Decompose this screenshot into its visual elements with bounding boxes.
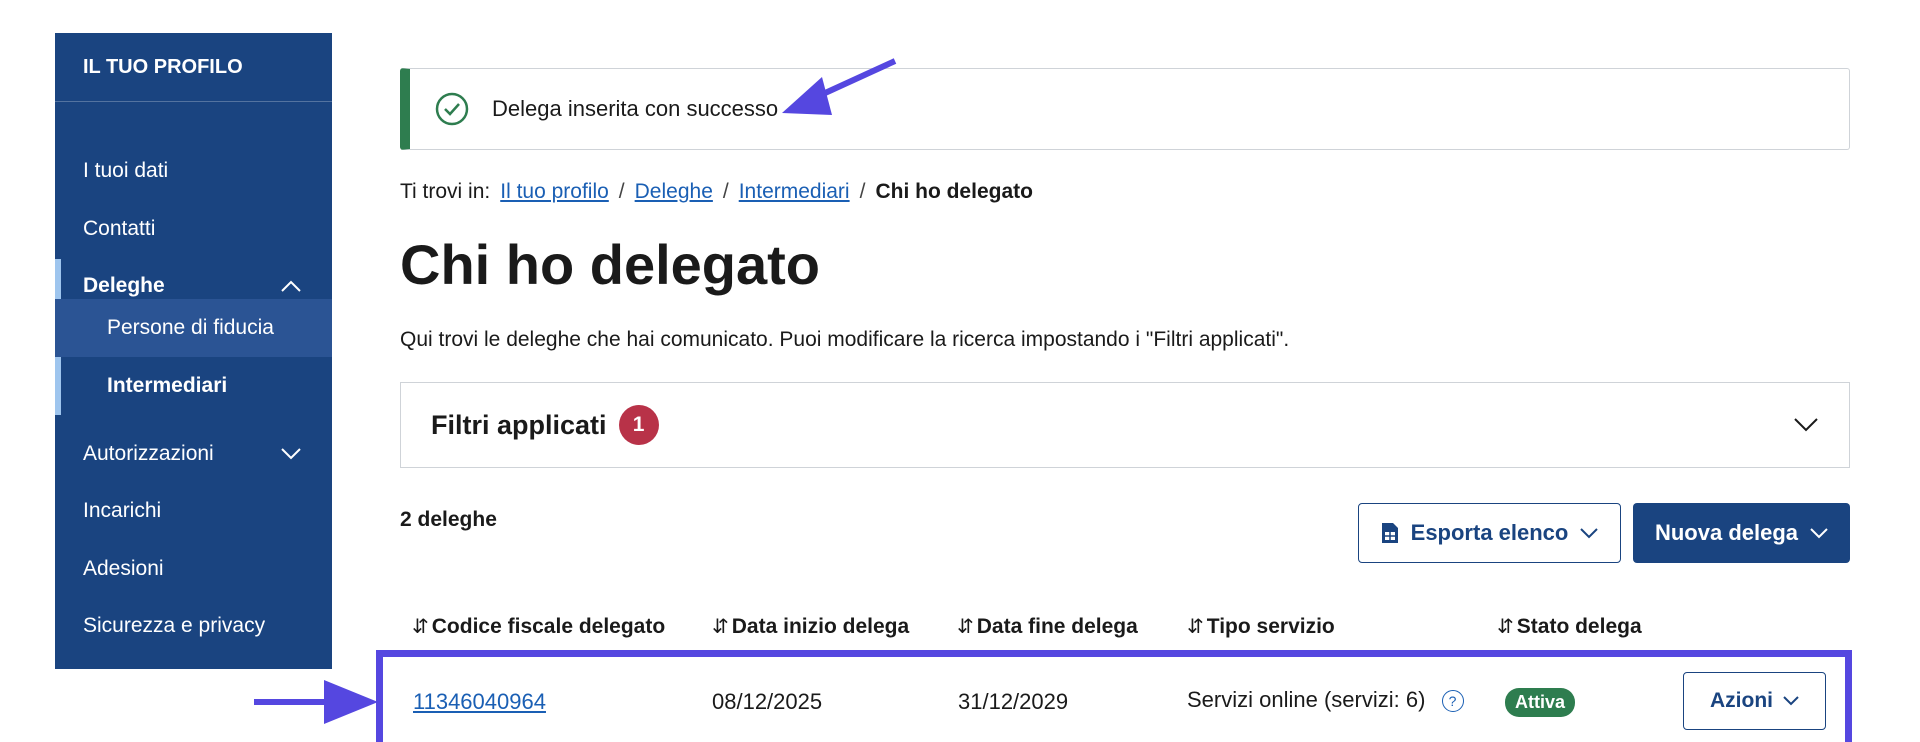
sidebar-item-label: Adesioni xyxy=(83,557,164,580)
table-row-highlight xyxy=(376,650,1852,742)
status-badge: Attiva xyxy=(1505,688,1576,717)
spreadsheet-icon xyxy=(1381,523,1398,543)
filters-count-badge: 1 xyxy=(618,405,659,445)
sidebar-item-label: Persone di fiducia xyxy=(107,316,274,339)
sidebar-item-incarichi[interactable]: Incarichi xyxy=(55,484,332,538)
sidebar-item-label: Deleghe xyxy=(83,274,165,297)
chevron-down-icon xyxy=(1783,696,1799,706)
tipo-servizio-text: Servizi online (servizi: 6) xyxy=(1187,687,1426,712)
export-button[interactable]: Esporta elenco xyxy=(1358,503,1621,563)
table-cell-codice[interactable]: 11346040964 xyxy=(413,689,546,715)
column-header-data-fine[interactable]: ⇵ Data fine delega xyxy=(957,614,1138,639)
breadcrumb-current: Chi ho delegato xyxy=(875,180,1033,203)
breadcrumb: Ti trovi in: Il tuo profilo / Deleghe / … xyxy=(400,180,1033,204)
page-description: Qui trovi le deleghe che hai comunicato.… xyxy=(400,328,1290,351)
sidebar-item-label: Incarichi xyxy=(83,499,162,522)
sidebar-item-intermediari[interactable]: Intermediari xyxy=(55,357,332,415)
page-title: Chi ho delegato xyxy=(400,233,820,296)
column-header-tipo-servizio[interactable]: ⇵ Tipo servizio xyxy=(1187,614,1335,639)
sidebar-item-autorizzazioni[interactable]: Autorizzazioni xyxy=(55,427,332,481)
chevron-down-icon xyxy=(1810,527,1828,538)
codice-fiscale-link[interactable]: 11346040964 xyxy=(413,689,546,714)
column-header-label: Stato delega xyxy=(1516,614,1642,638)
breadcrumb-link-il-tuo-profilo[interactable]: Il tuo profilo xyxy=(500,180,609,204)
success-alert: Delega inserita con successo xyxy=(400,68,1850,150)
export-button-label: Esporta elenco xyxy=(1410,520,1569,545)
sidebar-item-label: Contatti xyxy=(83,217,156,240)
new-delegation-button[interactable]: Nuova delega xyxy=(1633,503,1850,563)
sort-icon: ⇵ xyxy=(957,616,974,638)
table-cell-tipo: Servizi online (servizi: 6) ? xyxy=(1187,687,1464,713)
help-icon[interactable]: ? xyxy=(1441,690,1464,713)
sidebar-title: IL TUO PROFILO xyxy=(55,33,332,102)
table-cell-inizio: 08/12/2025 xyxy=(712,689,823,714)
new-delegation-button-label: Nuova delega xyxy=(1654,520,1799,545)
sidebar-item-label: I tuoi dati xyxy=(83,159,169,182)
sidebar-item-label: Intermediari xyxy=(107,374,228,397)
sort-icon: ⇵ xyxy=(712,616,729,638)
column-header-label: Tipo servizio xyxy=(1206,614,1335,638)
chevron-down-icon xyxy=(1580,527,1599,538)
sort-icon: ⇵ xyxy=(1187,616,1204,638)
breadcrumb-separator: / xyxy=(859,180,866,203)
breadcrumb-link-deleghe[interactable]: Deleghe xyxy=(635,180,713,204)
breadcrumb-separator: / xyxy=(722,180,729,203)
sidebar-item-sicurezza-e-privacy[interactable]: Sicurezza e privacy xyxy=(55,599,332,653)
filters-label: Filtri applicati xyxy=(431,409,607,440)
breadcrumb-separator: / xyxy=(618,180,625,203)
alert-message: Delega inserita con successo xyxy=(492,96,779,121)
annotation-arrow-icon xyxy=(782,58,897,115)
check-circle-icon xyxy=(435,92,469,126)
results-count: 2 deleghe xyxy=(400,508,497,531)
column-header-stato-delega[interactable]: ⇵ Stato delega xyxy=(1497,614,1642,639)
sidebar-item-label: Autorizzazioni xyxy=(83,442,214,465)
column-header-data-inizio[interactable]: ⇵ Data inizio delega xyxy=(712,614,909,639)
column-header-codice-fiscale[interactable]: ⇵ Codice fiscale delegato xyxy=(412,614,665,639)
azioni-button-label: Azioni xyxy=(1710,689,1773,712)
column-header-label: Data inizio delega xyxy=(731,614,910,638)
breadcrumb-link-intermediari[interactable]: Intermediari xyxy=(739,180,850,204)
chevron-down-icon xyxy=(281,448,301,460)
sort-icon: ⇵ xyxy=(1497,616,1514,638)
column-header-label: Data fine delega xyxy=(976,614,1138,638)
sidebar: IL TUO PROFILO I tuoi dati Contatti Dele… xyxy=(55,33,332,669)
column-header-label: Codice fiscale delegato xyxy=(431,614,666,638)
table-cell-fine: 31/12/2029 xyxy=(958,689,1069,714)
azioni-button[interactable]: Azioni xyxy=(1683,672,1826,730)
filters-accordion[interactable]: Filtri applicati 1 xyxy=(400,382,1850,468)
sidebar-item-contatti[interactable]: Contatti xyxy=(55,202,332,256)
sidebar-item-i-tuoi-dati[interactable]: I tuoi dati xyxy=(55,144,332,198)
sort-icon: ⇵ xyxy=(412,616,429,638)
annotation-arrow-icon xyxy=(254,680,378,724)
chevron-down-icon xyxy=(1794,418,1818,432)
sidebar-item-persone-di-fiducia[interactable]: Persone di fiducia xyxy=(55,299,332,357)
sidebar-item-label: Sicurezza e privacy xyxy=(83,614,266,637)
breadcrumb-prefix: Ti trovi in: xyxy=(400,180,491,203)
sidebar-item-adesioni[interactable]: Adesioni xyxy=(55,542,332,596)
chevron-up-icon xyxy=(281,280,301,292)
